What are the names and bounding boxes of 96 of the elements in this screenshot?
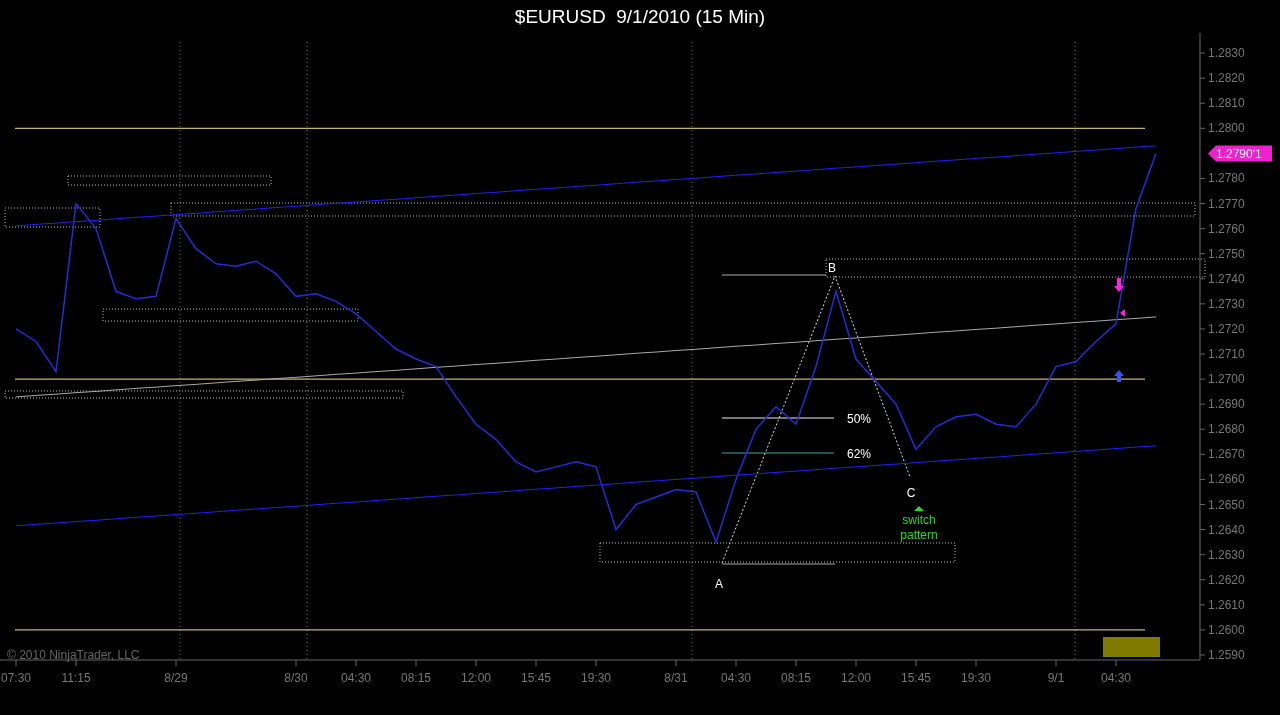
signal-label: pattern [900, 528, 938, 542]
x-tick-label: 12:00 [840, 671, 872, 685]
y-tick-label: 1.2780 [1208, 171, 1246, 186]
x-tick-label: 04:30 [340, 671, 372, 685]
x-tick-label: 19:30 [580, 671, 612, 685]
y-tick: 1.2720 [1199, 321, 1245, 336]
x-tick: 9/1 [1047, 659, 1065, 685]
y-tick: 1.2670 [1199, 447, 1245, 462]
x-tick-label: 8/29 [164, 671, 188, 685]
y-tick: 1.2620 [1199, 572, 1245, 587]
y-tick-label: 1.2730 [1208, 296, 1246, 311]
x-tick: 04:30 [341, 659, 371, 685]
y-tick: 1.2710 [1199, 347, 1245, 361]
y-tick-label: 1.2600 [1208, 622, 1246, 637]
x-tick: 07:30 [1, 659, 31, 685]
y-tick: 1.2630 [1199, 547, 1245, 562]
y-tick: 1.2660 [1199, 472, 1245, 487]
x-tick-label: 12:00 [460, 671, 492, 685]
point-label: C [906, 486, 916, 500]
x-tick: 12:00 [841, 659, 871, 685]
y-tick: 1.2800 [1199, 121, 1245, 136]
x-tick: 8/29 [164, 659, 188, 685]
y-tick: 1.2690 [1199, 397, 1245, 412]
x-tick-label: 8/31 [664, 671, 688, 685]
x-tick: 8/30 [284, 659, 308, 685]
y-tick-label: 1.2720 [1208, 321, 1246, 336]
volume-block [1103, 637, 1160, 657]
fib-label: 50% [847, 412, 872, 426]
y-tick: 1.2740 [1199, 271, 1245, 286]
arrow-up-icon [1114, 370, 1124, 382]
x-tick-label: 04:30 [1100, 671, 1132, 685]
x-tick-label: 07:30 [0, 671, 32, 685]
x-tick-label: 08:15 [780, 671, 812, 685]
signal-label: switch [902, 513, 936, 527]
y-tick-label: 1.2630 [1208, 547, 1246, 562]
y-tick: 1.2750 [1199, 246, 1245, 261]
y-tick: 1.2830 [1199, 46, 1245, 61]
y-tick-label: 1.2610 [1208, 597, 1246, 612]
copyright-text: © 2010 NinjaTrader, LLC [7, 648, 140, 662]
y-tick: 1.2600 [1199, 622, 1245, 637]
y-tick: 1.2680 [1199, 422, 1245, 437]
x-tick-label: 15:45 [900, 671, 932, 685]
x-tick: 8/31 [664, 659, 688, 685]
point-label: A [715, 577, 723, 591]
y-tick-label: 1.2760 [1208, 221, 1246, 236]
y-tick: 1.2650 [1199, 497, 1245, 512]
x-tick-label: 08:15 [400, 671, 432, 685]
y-tick: 1.2770 [1199, 196, 1245, 211]
x-tick: 19:30 [581, 659, 611, 685]
x-tick: 08:15 [781, 659, 811, 685]
x-tick: 15:45 [521, 659, 551, 685]
x-tick: 08:15 [401, 659, 431, 685]
x-tick: 04:30 [1101, 659, 1131, 685]
y-tick-label: 1.2740 [1208, 271, 1246, 286]
x-tick-label: 04:30 [720, 671, 752, 685]
y-tick-label: 1.2830 [1208, 46, 1246, 61]
y-tick: 1.2760 [1199, 221, 1245, 236]
y-tick: 1.2780 [1199, 171, 1245, 186]
x-tick: 04:30 [721, 659, 751, 685]
price-marker: 1.2790'1 [1208, 145, 1272, 162]
y-tick-label: 1.2590 [1208, 647, 1246, 662]
y-tick: 1.2590 [1199, 648, 1245, 662]
y-tick-label: 1.2820 [1208, 71, 1246, 86]
point-label: B [828, 261, 836, 275]
x-tick-label: 19:30 [960, 671, 992, 685]
x-tick: 19:30 [961, 659, 991, 685]
y-tick: 1.2640 [1199, 522, 1245, 537]
y-tick-label: 1.2770 [1208, 196, 1246, 211]
y-tick: 1.2810 [1199, 96, 1245, 111]
y-tick-label: 1.2750 [1208, 246, 1246, 261]
y-tick-label: 1.2650 [1208, 497, 1246, 512]
y-tick-label: 1.2640 [1208, 522, 1246, 537]
y-tick: 1.2730 [1199, 296, 1245, 311]
y-tick-label: 1.2620 [1208, 572, 1246, 587]
y-tick-label: 1.2700 [1208, 372, 1246, 387]
y-tick-label: 1.2660 [1208, 472, 1246, 487]
fib-label: 62% [847, 447, 872, 461]
triangle-up-icon [914, 506, 924, 511]
arrow-down-icon [1114, 278, 1124, 292]
x-tick: 12:00 [461, 659, 491, 685]
chart-title: $EURUSD 9/1/2010 (15 Min) [513, 5, 767, 29]
y-tick: 1.2820 [1199, 71, 1245, 86]
x-tick-label: 15:45 [520, 671, 552, 685]
y-tick: 1.2700 [1199, 372, 1245, 387]
y-tick-label: 1.2810 [1208, 96, 1246, 111]
y-tick: 1.2610 [1199, 597, 1245, 612]
y-tick-label: 1.2680 [1208, 422, 1246, 437]
y-tick-label: 1.2670 [1208, 447, 1246, 462]
y-tick-label: 1.2800 [1208, 121, 1246, 136]
x-tick: 15:45 [901, 659, 931, 685]
y-tick-label: 1.2710 [1208, 347, 1246, 362]
x-tick-label: 9/1 [1047, 671, 1065, 685]
y-tick-label: 1.2690 [1208, 397, 1246, 412]
x-tick-label: 8/30 [284, 671, 308, 685]
x-tick-label: 11:15 [61, 671, 91, 685]
triangle-left-icon [1120, 309, 1125, 317]
